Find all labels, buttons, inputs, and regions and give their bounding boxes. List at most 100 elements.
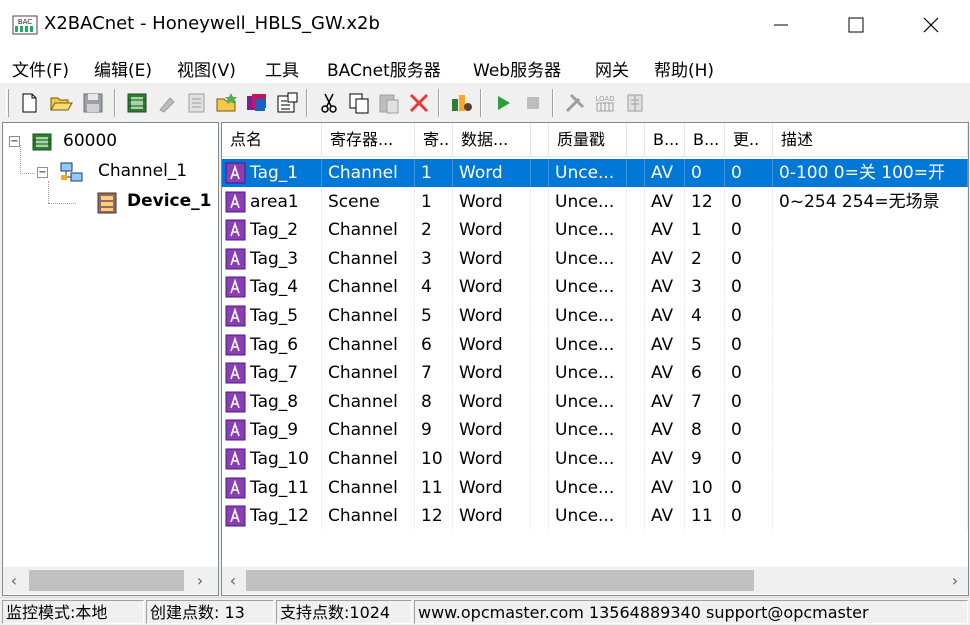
cell-name-text: Tag_7 [250, 363, 299, 384]
new-icon[interactable] [16, 90, 42, 116]
table-row[interactable]: Tag_9 Channel 9 Word Unce... AV 8 0 [222, 416, 968, 445]
add-device-icon[interactable] [124, 90, 150, 116]
column-header-bacnet-no[interactable]: B... [685, 123, 725, 157]
column-header-register[interactable]: 寄存器... [322, 123, 415, 157]
status-mode: 监控模式:本地 [2, 600, 144, 624]
table-row[interactable]: Tag_5 Channel 5 Word Unce... AV 4 0 [222, 302, 968, 330]
cell-blank [531, 273, 549, 302]
menu-web-server[interactable]: Web服务器 [473, 56, 561, 81]
cell-name-text: Tag_9 [250, 420, 299, 441]
cell-update-text: 0 [731, 163, 742, 183]
menu-edit[interactable]: 编辑(E) [94, 56, 152, 81]
table-row[interactable]: Tag_11 Channel 11 Word Unce... AV 10 0 [222, 473, 968, 502]
cell-data-type-text: Word [459, 248, 503, 269]
delete-icon[interactable] [406, 90, 432, 116]
table-row[interactable]: Tag_1 Channel 1 Word Unce... AV 0 0 0-100 0=关 10… [222, 159, 968, 187]
table-row[interactable]: Tag_12 Channel 12 Word Unce... AV 11 0 [222, 502, 968, 531]
cell-register-no: 9 [415, 416, 453, 445]
column-header-blank[interactable] [627, 123, 645, 157]
close-button[interactable] [916, 10, 946, 40]
paste-icon[interactable] [376, 90, 402, 116]
add-folder-icon[interactable] [214, 90, 240, 116]
menu-bacnet-server[interactable]: BACnet服务器 [327, 56, 441, 81]
table-row[interactable]: Tag_3 Channel 3 Word Unce... AV 2 0 [222, 244, 968, 273]
column-header-quality[interactable]: 质量戳 [549, 123, 627, 157]
settings-icon[interactable] [274, 90, 300, 116]
start-icon[interactable] [490, 90, 516, 116]
cell-bacnet-no: 9 [685, 445, 725, 473]
cell-data-type-text: Word [459, 363, 503, 384]
cell-register-no-text: 1 [421, 191, 432, 212]
properties-icon[interactable] [184, 90, 210, 116]
monitor-icon[interactable] [448, 90, 474, 116]
scroll-thumb[interactable] [29, 570, 184, 591]
cell-update-text: 0 [731, 449, 742, 469]
minimize-button[interactable] [766, 10, 796, 40]
maximize-button[interactable] [841, 10, 871, 40]
open-icon[interactable] [48, 90, 74, 116]
menu-help[interactable]: 帮助(H) [654, 56, 714, 81]
cell-update: 0 [725, 387, 773, 416]
tree-node-root[interactable]: 60000 [63, 131, 117, 151]
tag-icon [225, 391, 246, 413]
cell-quality: Unce... [549, 159, 627, 187]
tree-node-device[interactable]: Device_1 [127, 191, 212, 211]
cell-quality: Unce... [549, 273, 627, 302]
cell-quality-text: Unce... [555, 277, 615, 298]
tree-collapse-toggle[interactable]: − [37, 167, 48, 178]
stop-icon[interactable] [520, 90, 546, 116]
cell-register-no-text: 8 [421, 391, 432, 412]
menu-view[interactable]: 视图(V) [177, 56, 236, 81]
scroll-right-icon[interactable]: › [944, 567, 966, 594]
table-row[interactable]: Tag_4 Channel 4 Word Unce... AV 3 0 [222, 273, 968, 302]
cell-blank [627, 302, 645, 330]
scroll-thumb[interactable] [246, 570, 754, 591]
cell-data-type: Word [453, 359, 531, 388]
column-header-update[interactable]: 更.. [725, 123, 773, 157]
menu-tools[interactable]: 工具 [265, 56, 299, 81]
column-header-data-type[interactable]: 数据... [453, 123, 531, 157]
cell-quality: Unce... [549, 473, 627, 502]
table-row[interactable]: Tag_6 Channel 6 Word Unce... AV 5 0 [222, 330, 968, 359]
save-icon[interactable] [80, 90, 106, 116]
column-header-description[interactable]: 描述 [773, 123, 968, 157]
tree-node-channel[interactable]: Channel_1 [98, 161, 187, 181]
tree-horizontal-scrollbar[interactable]: ‹ › [3, 567, 218, 594]
column-header-register-no[interactable]: 寄.. [415, 123, 453, 157]
tree-collapse-toggle[interactable]: − [9, 136, 20, 147]
tools-icon[interactable] [562, 90, 588, 116]
toolbar-grip[interactable] [6, 89, 9, 117]
load-icon[interactable]: LOAD [592, 90, 618, 116]
batch-icon[interactable] [622, 90, 648, 116]
tag-list[interactable]: 点名 寄存器... 寄.. 数据... 质量戳 B... B... 更.. 描述… [221, 122, 969, 596]
cut-icon[interactable] [316, 90, 342, 116]
table-row[interactable]: Tag_2 Channel 2 Word Unce... AV 1 0 [222, 216, 968, 245]
cell-description [773, 473, 968, 502]
table-row[interactable]: Tag_8 Channel 8 Word Unce... AV 7 0 [222, 387, 968, 416]
cell-bacnet-type-text: AV [651, 334, 674, 355]
delete-device-icon[interactable] [154, 90, 180, 116]
add-tag-icon[interactable] [244, 90, 270, 116]
scroll-right-icon[interactable]: › [189, 567, 211, 594]
cell-blank [531, 302, 549, 330]
cell-name: Tag_6 [222, 330, 322, 359]
cell-register-no-text: 2 [421, 220, 432, 241]
table-row[interactable]: Tag_7 Channel 7 Word Unce... AV 6 0 [222, 359, 968, 388]
toolbar-separator [552, 89, 554, 117]
column-header-blank[interactable] [531, 123, 549, 157]
column-header-name[interactable]: 点名 [222, 123, 322, 157]
tree-pane[interactable]: − 60000 − Channel_1 Device_1 ‹ › [2, 122, 219, 596]
table-row[interactable]: Tag_10 Channel 10 Word Unce... AV 9 0 [222, 445, 968, 473]
list-horizontal-scrollbar[interactable]: ‹ › [222, 567, 968, 594]
channel-icon [60, 162, 83, 182]
table-row[interactable]: area1 Scene 1 Word Unce... AV 12 0 0~254 254=无场景 [222, 187, 968, 216]
copy-icon[interactable] [346, 90, 372, 116]
cell-name-text: Tag_6 [250, 334, 299, 355]
menu-gateway[interactable]: 网关 [595, 56, 629, 81]
column-header-bacnet-type[interactable]: B... [645, 123, 685, 157]
menu-file[interactable]: 文件(F) [12, 56, 69, 81]
scroll-left-icon[interactable]: ‹ [222, 567, 244, 594]
cell-register: Channel [322, 502, 415, 531]
scroll-left-icon[interactable]: ‹ [3, 567, 25, 594]
cell-update-text: 0 [731, 277, 742, 298]
